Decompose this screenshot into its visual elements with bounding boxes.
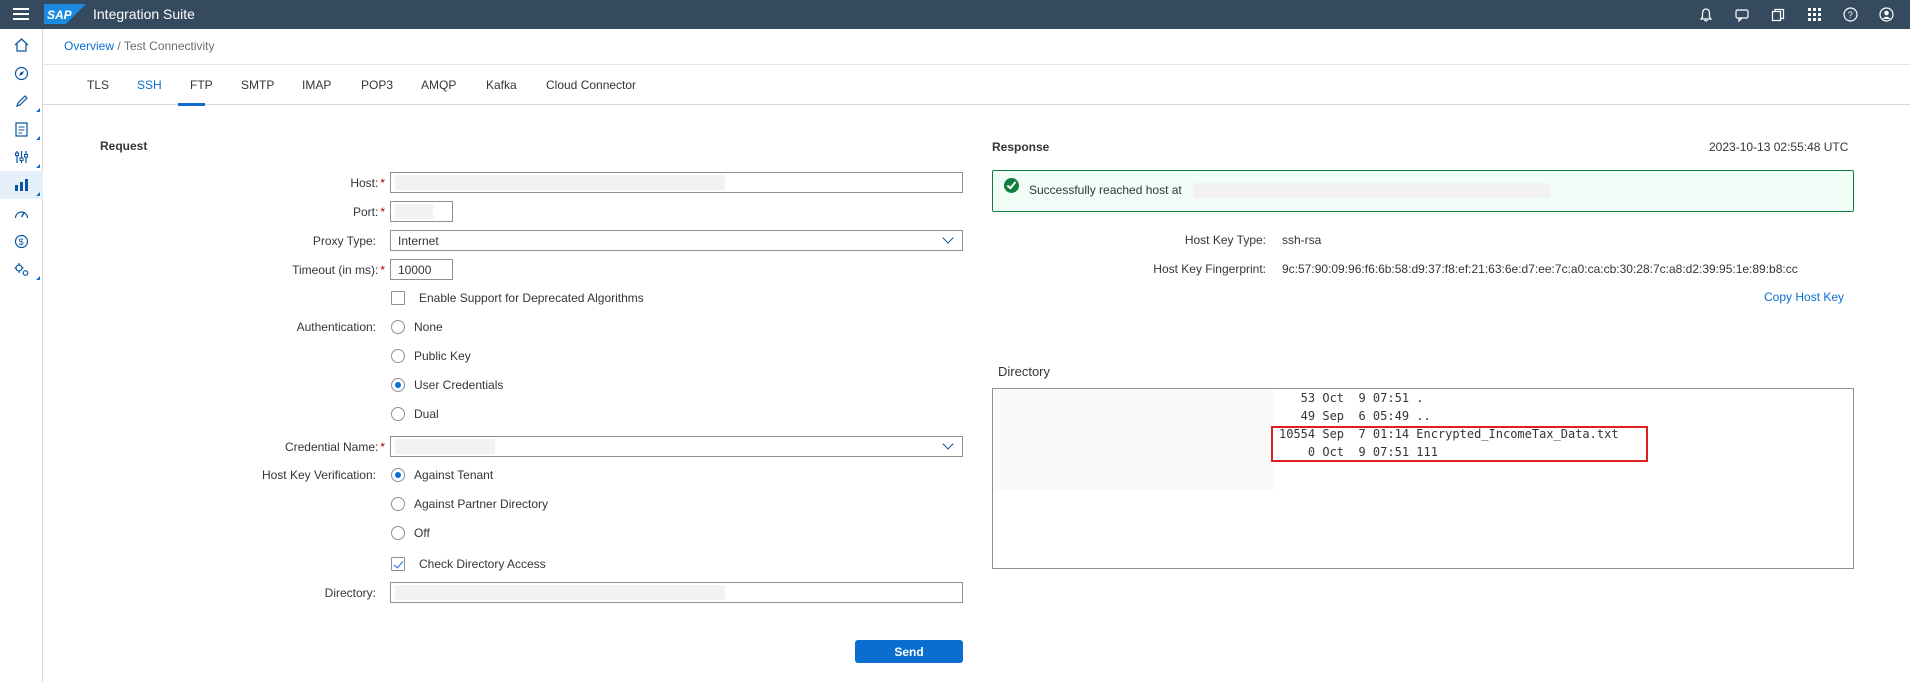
directory-listing-label: Directory	[998, 364, 1051, 379]
response-title: Response	[992, 140, 1050, 154]
hostkey-partner-directory-label: Against Partner Directory	[414, 497, 549, 511]
host-label: Host: *	[350, 176, 385, 190]
tab-bar: TLS SSH FTP SMTP IMAP POP3 AMQP Kafka Cl…	[43, 64, 1910, 106]
active-tab-indicator	[178, 103, 205, 106]
app-title: Integration Suite	[93, 6, 195, 22]
auth-user-credentials-radio[interactable]	[391, 378, 405, 392]
proxy-type-label: Proxy Type:	[312, 234, 376, 248]
redacted-host	[1193, 183, 1550, 198]
host-key-fingerprint-value: 9c:57:90:09:96:f6:6b:58:d9:37:f8:ef:21:6…	[1282, 262, 1798, 276]
host-key-verification-label: Host Key Verification:	[261, 468, 376, 482]
svg-text:?: ?	[1847, 10, 1852, 20]
auth-dual-label: Dual	[414, 407, 439, 421]
breadcrumb-current: Test Connectivity	[123, 39, 215, 53]
response-timestamp: 2023-10-13 02:55:48 UTC	[1709, 140, 1849, 154]
auth-none-label: None	[414, 320, 443, 334]
breadcrumb: Overview / Test Connectivity	[64, 39, 215, 53]
billing-icon[interactable]: $	[0, 227, 43, 255]
chevron-down-icon	[942, 232, 954, 244]
directory-input[interactable]	[390, 582, 963, 603]
host-key-type-value: ssh-rsa	[1282, 233, 1322, 247]
home-icon[interactable]	[0, 31, 43, 59]
authentication-label: Authentication:	[296, 320, 376, 334]
settings-icon[interactable]	[0, 143, 43, 171]
user-icon[interactable]	[1868, 0, 1904, 29]
hostkey-against-tenant-label: Against Tenant	[414, 468, 494, 482]
deprecated-algorithms-checkbox[interactable]	[391, 291, 405, 305]
auth-public-key-radio[interactable]	[391, 349, 405, 363]
tab-imap[interactable]: IMAP	[302, 78, 331, 92]
proxy-type-select[interactable]: Internet	[390, 230, 963, 251]
monitor-icon[interactable]	[0, 115, 43, 143]
success-message-strip: Successfully reached host at	[992, 170, 1854, 212]
credential-name-label: Credential Name: *	[284, 440, 385, 454]
config-icon[interactable]	[0, 255, 43, 283]
host-key-type-label: Host Key Type:	[1184, 233, 1266, 247]
speed-icon[interactable]	[0, 199, 43, 227]
directory-entry: 53 Oct 9 07:51 .	[1279, 391, 1424, 405]
tab-amqp[interactable]: AMQP	[421, 78, 456, 92]
success-message: Successfully reached host at	[1029, 183, 1182, 197]
auth-none-radio[interactable]	[391, 320, 405, 334]
design-icon[interactable]	[0, 87, 43, 115]
check-directory-access-checkbox[interactable]	[391, 557, 405, 571]
discover-icon[interactable]	[0, 59, 43, 87]
host-input[interactable]	[390, 172, 963, 193]
auth-dual-radio[interactable]	[391, 407, 405, 421]
tab-tls[interactable]: TLS	[87, 78, 109, 92]
tab-ssh[interactable]: SSH	[137, 78, 162, 92]
port-input[interactable]	[390, 201, 453, 222]
request-title: Request	[100, 139, 148, 153]
hostkey-off-radio[interactable]	[391, 526, 405, 540]
highlight-annotation	[1271, 426, 1648, 462]
analytics-icon[interactable]	[0, 171, 43, 199]
breadcrumb-overview-link[interactable]: Overview	[64, 39, 114, 53]
timeout-label: Timeout (in ms): *	[292, 263, 385, 277]
success-icon	[1004, 178, 1019, 193]
tab-cloud-connector[interactable]: Cloud Connector	[546, 78, 636, 92]
svg-text:SAP: SAP	[47, 8, 73, 22]
auth-public-key-label: Public Key	[414, 349, 471, 363]
check-directory-access-label: Check Directory Access	[419, 557, 546, 571]
directory-label: Directory:	[324, 586, 376, 600]
port-label: Port: *	[352, 205, 385, 219]
tab-pop3[interactable]: POP3	[361, 78, 393, 92]
deprecated-algorithms-label: Enable Support for Deprecated Algorithms	[419, 291, 644, 305]
proxy-type-value: Internet	[398, 234, 439, 248]
shell-bar: SAP Integration Suite ?	[0, 0, 1910, 29]
tab-ftp[interactable]: FTP	[190, 78, 213, 92]
hostkey-off-label: Off	[414, 526, 430, 540]
timeout-input[interactable]: 10000	[390, 259, 453, 280]
copy-icon[interactable]	[1760, 0, 1796, 29]
directory-entry: 49 Sep 6 05:49 ..	[1279, 409, 1431, 423]
menu-icon[interactable]	[13, 8, 29, 21]
copy-host-key-link[interactable]: Copy Host Key	[1764, 290, 1844, 304]
send-button[interactable]: Send	[855, 640, 963, 663]
chevron-down-icon	[942, 438, 954, 450]
hostkey-against-tenant-radio[interactable]	[391, 468, 405, 482]
auth-user-credentials-label: User Credentials	[414, 378, 504, 392]
tab-smtp[interactable]: SMTP	[241, 78, 274, 92]
feedback-icon[interactable]	[1724, 0, 1760, 29]
svg-text:$: $	[19, 237, 24, 247]
tab-kafka[interactable]: Kafka	[486, 78, 517, 92]
hostkey-partner-directory-radio[interactable]	[391, 497, 405, 511]
side-navigation: $	[0, 29, 43, 682]
breadcrumb-separator: /	[114, 39, 124, 53]
help-icon[interactable]: ?	[1832, 0, 1868, 29]
grid-icon[interactable]	[1796, 0, 1832, 29]
sap-logo[interactable]: SAP	[44, 4, 86, 24]
bell-icon[interactable]	[1688, 0, 1724, 29]
host-key-fingerprint-label: Host Key Fingerprint:	[1153, 262, 1266, 276]
credential-name-select[interactable]	[390, 436, 963, 457]
